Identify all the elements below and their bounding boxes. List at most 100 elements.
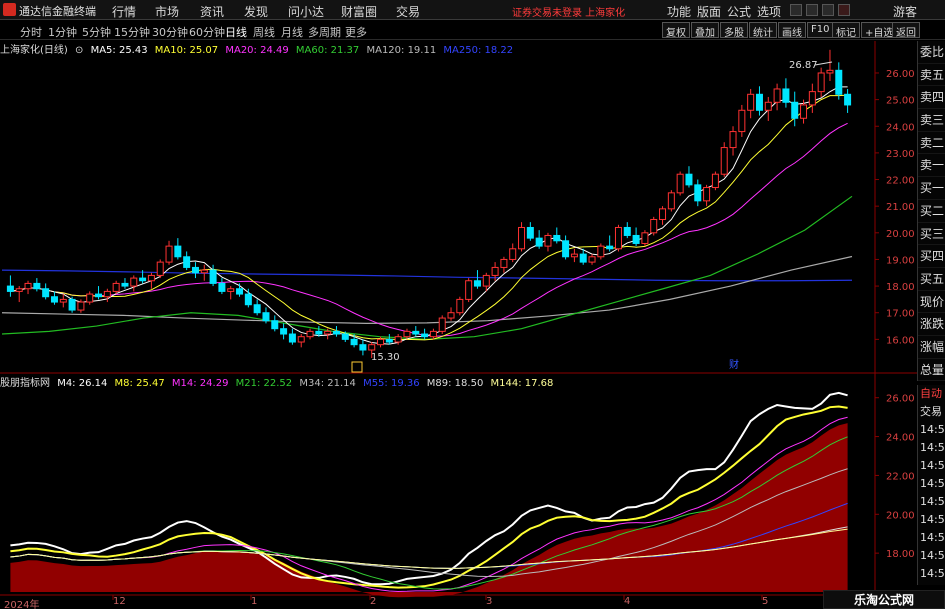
menu-function[interactable]: 功能	[667, 3, 691, 20]
period-daily[interactable]: 日线	[225, 24, 247, 40]
candle-body	[588, 256, 596, 263]
price-axis-label: 21.00	[886, 202, 915, 213]
candle-body	[156, 261, 164, 276]
period-monthly[interactable]: 月线	[281, 24, 303, 40]
candle-body	[535, 237, 543, 247]
period-timeshare[interactable]: 分时	[20, 24, 42, 40]
ma250-line	[1, 269, 853, 282]
menu-assistant[interactable]: 问小达	[288, 3, 324, 20]
menu-options[interactable]: 选项	[757, 3, 781, 20]
candle-body	[218, 282, 226, 292]
period-1min[interactable]: 1分钟	[48, 24, 77, 40]
candle-body	[562, 240, 570, 258]
trade-field: 14:56	[920, 441, 945, 454]
trade-field: 14:56	[920, 567, 945, 580]
event-marker-icon	[351, 361, 363, 373]
app-logo-icon	[3, 3, 16, 16]
candle-body	[447, 312, 455, 319]
trade-field[interactable]: 自动	[918, 385, 945, 403]
candle-body	[685, 173, 693, 186]
period-multi[interactable]: 多周期	[308, 24, 341, 40]
candle-body	[782, 88, 790, 103]
trade-field: 14:56	[920, 513, 945, 526]
date-axis: 2024年 12 1 2 3 4 5	[0, 596, 870, 609]
price-axis-label: 17.00	[886, 309, 915, 320]
date-label: 1	[251, 596, 258, 607]
skin-icon[interactable]	[790, 4, 802, 16]
sub-axis-label: 22.00	[886, 471, 915, 482]
candle-body	[183, 256, 191, 268]
candle-body	[244, 293, 252, 306]
date-label: 3	[486, 596, 493, 607]
candle-body	[368, 344, 376, 351]
ma250-value: MA250: 18.22	[443, 45, 514, 56]
back-button[interactable]: 返回	[892, 22, 920, 39]
stock-name[interactable]: 上海家化(日线)	[0, 45, 68, 56]
draw-button[interactable]: 画线	[778, 22, 806, 39]
minimize-icon[interactable]	[806, 4, 818, 16]
close-icon[interactable]	[838, 4, 850, 16]
ma10-value: MA10: 25.07	[154, 45, 219, 56]
candle-body	[139, 277, 147, 282]
price-axis-label: 25.00	[886, 96, 915, 107]
low-annotation: 15.30	[371, 352, 400, 363]
date-label: 12	[113, 596, 126, 607]
trade-field: 14:56	[920, 495, 945, 508]
menu-quotes[interactable]: 行情	[112, 3, 136, 20]
maximize-icon[interactable]	[822, 4, 834, 16]
candle-body	[112, 282, 120, 292]
quote-field: 买四	[918, 245, 945, 268]
trade-field[interactable]: 交易	[918, 403, 945, 421]
settings-icon[interactable]: ⊙	[75, 45, 83, 56]
candle-body	[86, 293, 94, 303]
candle-body	[703, 187, 711, 202]
menu-layout[interactable]: 版面	[697, 3, 721, 20]
menu-market[interactable]: 市场	[155, 3, 179, 20]
candle-body	[570, 253, 578, 258]
multi-stock-button[interactable]: 多股	[720, 22, 748, 39]
candle-body	[6, 285, 14, 292]
m4-value: M4: 26.14	[57, 378, 108, 389]
menu-discover[interactable]: 发现	[244, 3, 268, 20]
m144-value: M144: 17.68	[490, 378, 554, 389]
candle-body	[676, 173, 684, 194]
guest-label[interactable]: 游客	[893, 3, 917, 20]
quote-field: 总量	[918, 359, 945, 382]
ma10-line	[10, 94, 848, 341]
period-more[interactable]: 更多	[345, 24, 367, 40]
stats-button[interactable]: 统计	[749, 22, 777, 39]
menu-formula[interactable]: 公式	[727, 3, 751, 20]
period-60min[interactable]: 60分钟	[189, 24, 225, 40]
candle-body	[359, 344, 367, 351]
m55-value: M55: 19.36	[363, 378, 420, 389]
app-title: 通达信金融终端	[19, 5, 96, 18]
sub-indicator-name[interactable]: 股朋指标网	[0, 378, 50, 389]
overlay-button[interactable]: 叠加	[691, 22, 719, 39]
period-5min[interactable]: 5分钟	[82, 24, 111, 40]
candle-body	[509, 248, 517, 260]
menu-news[interactable]: 资讯	[200, 3, 224, 20]
price-axis-label: 23.00	[886, 149, 915, 160]
mark-button[interactable]: 标记	[832, 22, 860, 39]
menu-trade[interactable]: 交易	[396, 3, 420, 20]
login-warning[interactable]: 证券交易未登录 上海家化	[512, 4, 625, 19]
candle-body	[421, 333, 429, 338]
candle-body	[147, 274, 155, 282]
candle-body	[808, 91, 816, 106]
menu-wealth[interactable]: 财富圈	[341, 3, 377, 20]
period-weekly[interactable]: 周线	[253, 24, 275, 40]
ma120-line	[1, 255, 853, 324]
period-30min[interactable]: 30分钟	[152, 24, 188, 40]
candle-body	[306, 330, 314, 338]
date-label: 2	[370, 596, 377, 607]
quote-panel: 委比卖五卖四卖三卖二卖一买一买二买三买四买五现价涨跌涨幅总量外盘换手净资收益	[917, 41, 945, 473]
date-label: 2024年	[4, 600, 40, 609]
f10-button[interactable]: F10	[807, 22, 834, 38]
m8-value: M8: 25.47	[114, 378, 165, 389]
candle-body	[42, 288, 50, 298]
period-toolbar: 分时 1分钟 5分钟 15分钟 30分钟 60分钟 日线 周线 月线 多周期 更…	[0, 21, 945, 40]
period-15min[interactable]: 15分钟	[114, 24, 150, 40]
candle-body	[606, 245, 614, 250]
ma120-value: MA120: 19.11	[366, 45, 437, 56]
adjust-button[interactable]: 复权	[662, 22, 690, 39]
